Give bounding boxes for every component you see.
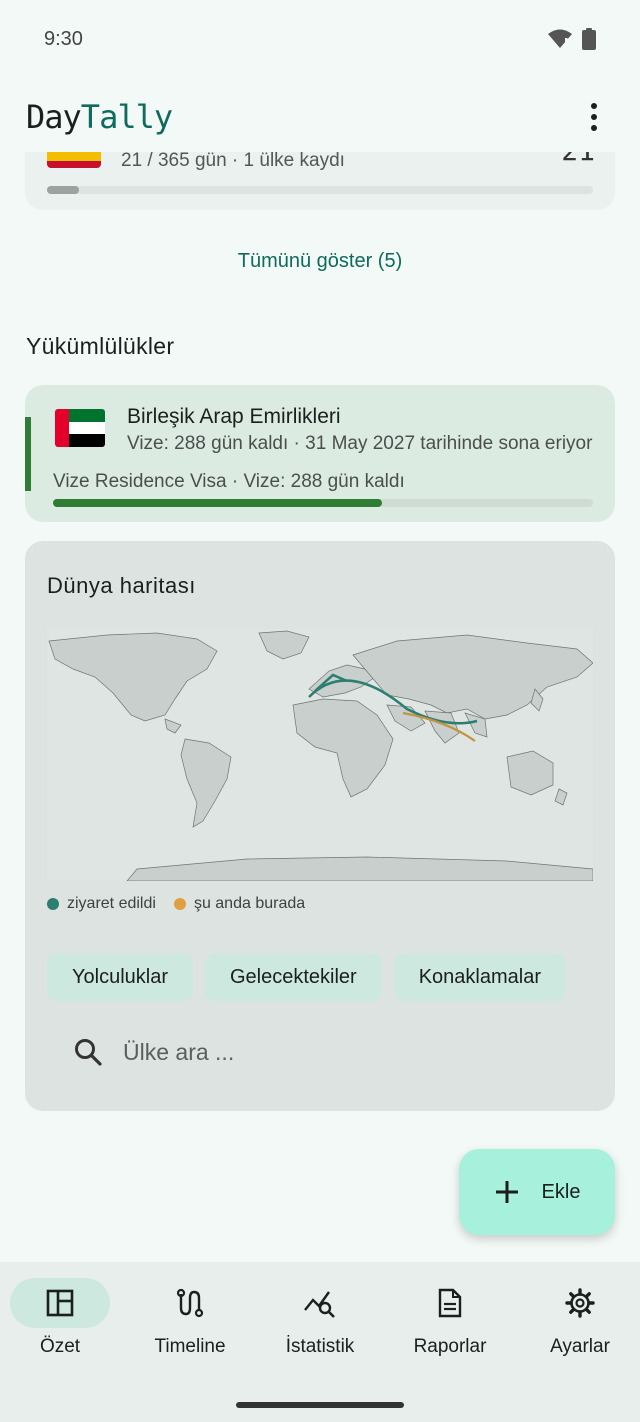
add-button-label: Ekle (541, 1180, 581, 1203)
status-bar: 9:30 (0, 0, 640, 78)
summary-icon (46, 1289, 74, 1317)
summary-progress-fill (47, 186, 79, 194)
wifi-icon (548, 29, 572, 48)
world-map[interactable] (47, 629, 593, 881)
app-logo: DayTally (26, 98, 173, 136)
summary-subtitle: 21 / 365 gün · 1 ülke kaydı (121, 150, 345, 171)
obligations-title: Yükümlülükler (26, 333, 175, 359)
obligation-progress-track (53, 499, 593, 507)
more-menu-icon[interactable] (574, 97, 614, 137)
status-time: 9:30 (44, 27, 83, 50)
stats-icon (304, 1291, 335, 1318)
status-icons (548, 28, 596, 50)
gear-icon (565, 1288, 595, 1318)
search-input[interactable] (123, 1038, 543, 1066)
map-legend: ziyaret edildi şu anda burada (47, 895, 305, 913)
uae-flag-icon (55, 409, 105, 447)
legend-visited-label: ziyaret edildi (67, 895, 156, 912)
show-all-link[interactable]: Tümünü göster (5) (0, 250, 640, 273)
country-search (47, 1017, 593, 1087)
report-icon (438, 1288, 462, 1318)
home-indicator[interactable] (236, 1402, 404, 1408)
chip-stays[interactable]: Konaklamalar (393, 953, 567, 1001)
nav-label: Ayarlar (550, 1336, 610, 1357)
obligation-country: Birleşik Arap Emirlikleri (127, 405, 341, 428)
nav-label: Raporlar (413, 1336, 487, 1357)
world-map-card: Dünya haritası ziyaret edildi şu anda bu… (25, 541, 615, 1111)
obligation-card[interactable]: Birleşik Arap Emirlikleri Vize: 288 gün … (25, 385, 615, 522)
legend-current: şu anda burada (173, 895, 306, 913)
summary-progress-track (47, 186, 593, 194)
battery-icon (582, 28, 596, 50)
add-button[interactable]: Ekle (459, 1149, 615, 1235)
obligation-accent-bar (25, 417, 31, 491)
chip-upcoming[interactable]: Gelecektekiler (205, 953, 382, 1001)
filter-chips: Yolculuklar Gelecektekiler Konaklamalar (47, 953, 593, 1001)
nav-item-reports[interactable]: Raporlar (390, 1278, 510, 1358)
timeline-icon (176, 1288, 204, 1318)
obligation-detail: Vize Residence Visa · Vize: 288 gün kald… (53, 471, 405, 492)
chip-trips[interactable]: Yolculuklar (47, 953, 193, 1001)
nav-label: Timeline (154, 1336, 226, 1357)
bottom-navigation: Özet Timeline İstatistik Raporlar Ayarla… (0, 1262, 640, 1422)
search-icon (75, 1039, 102, 1066)
map-title: Dünya haritası (47, 573, 196, 598)
legend-visited: ziyaret edildi (47, 895, 156, 913)
nav-item-settings[interactable]: Ayarlar (520, 1278, 640, 1358)
nav-item-summary[interactable]: Özet (0, 1278, 120, 1358)
obligation-progress-fill (53, 499, 383, 507)
nav-item-timeline[interactable]: Timeline (130, 1278, 250, 1358)
app-bar: DayTally (0, 82, 640, 152)
plus-icon (495, 1181, 518, 1203)
logo-part-day: Day (26, 98, 82, 136)
legend-current-label: şu anda burada (193, 895, 306, 912)
nav-label: Özet (39, 1336, 81, 1357)
obligation-visa-line: Vize: 288 gün kaldı · 31 May 2027 tarihi… (127, 433, 593, 454)
logo-part-tally: Tally (80, 98, 173, 136)
nav-label: İstatistik (285, 1336, 355, 1357)
nav-item-stats[interactable]: İstatistik (260, 1278, 380, 1358)
